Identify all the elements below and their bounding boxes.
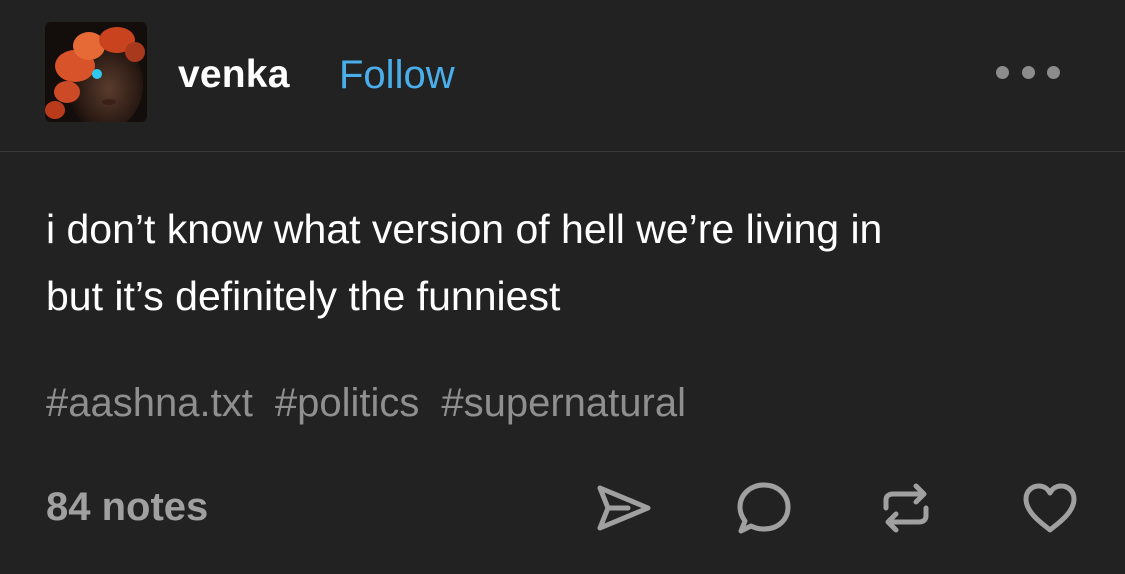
avatar[interactable] [45, 22, 147, 122]
tag-aashna-txt[interactable]: #aashna.txt [46, 381, 253, 425]
post-text-line-1: i don’t know what version of hell we’re … [46, 206, 883, 252]
share-icon[interactable] [594, 478, 654, 538]
dot [1021, 65, 1035, 79]
post-card: venka Follow i don’t know what version o… [0, 0, 1125, 574]
post-text-line-2: but it’s definitely the funniest [46, 273, 561, 319]
dot [1047, 65, 1060, 79]
avatar-image [45, 22, 147, 122]
post-header: venka Follow [0, 0, 1125, 152]
reblog-icon[interactable] [876, 478, 936, 538]
like-icon[interactable] [1020, 478, 1080, 538]
post-text: i don’t know what version of hell we’re … [46, 196, 1086, 330]
tag-politics[interactable]: #politics [275, 381, 420, 425]
tag-list: #aashna.txt #politics #supernatural [46, 378, 708, 428]
follow-button[interactable]: Follow [339, 52, 455, 98]
tag-supernatural[interactable]: #supernatural [441, 381, 686, 425]
more-options-icon[interactable] [996, 58, 1060, 86]
username[interactable]: venka [178, 52, 290, 98]
dot [996, 65, 1009, 79]
reply-icon[interactable] [734, 478, 794, 538]
notes-count[interactable]: 84 notes [46, 482, 208, 532]
